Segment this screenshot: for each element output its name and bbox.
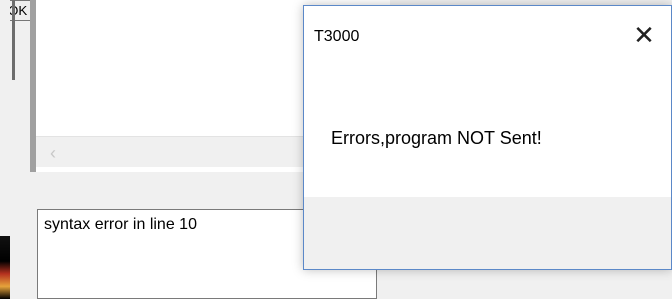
close-icon[interactable]: ✕	[629, 20, 659, 50]
dialog-message: Errors,program NOT Sent!	[331, 128, 542, 148]
dialog-footer	[304, 197, 671, 269]
background-image-fragment	[0, 236, 10, 299]
dialog-titlebar: T3000 ✕	[304, 6, 671, 50]
output-text: syntax error in line 10	[44, 216, 197, 233]
vertical-divider	[12, 0, 15, 80]
error-dialog: T3000 ✕ Errors,program NOT Sent!	[303, 5, 672, 270]
left-edge	[0, 0, 15, 299]
chevron-left-icon[interactable]: ‹	[50, 143, 56, 164]
dialog-title: T3000	[314, 28, 360, 45]
